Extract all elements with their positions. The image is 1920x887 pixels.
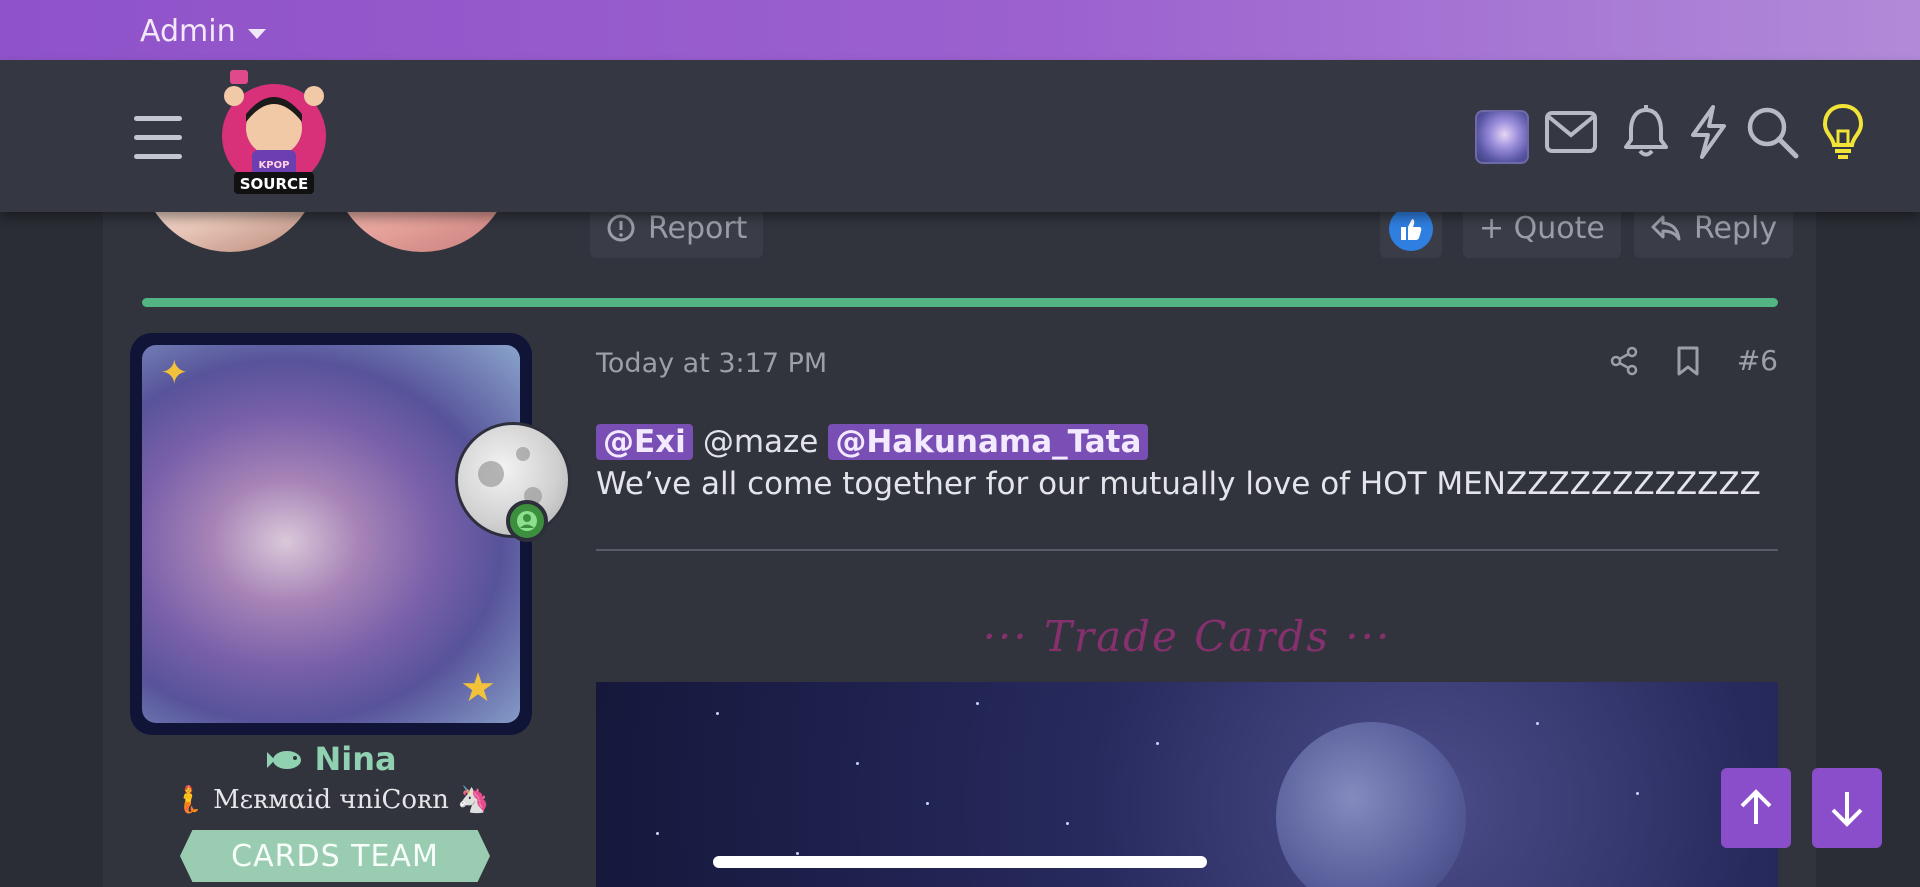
site-logo[interactable]: KPOP SOURCE bbox=[214, 66, 334, 198]
fish-icon bbox=[265, 740, 314, 778]
caret-down-icon bbox=[247, 28, 266, 39]
bookmark-icon[interactable] bbox=[1675, 345, 1701, 377]
report-icon bbox=[607, 214, 635, 242]
share-icon[interactable] bbox=[1609, 346, 1639, 376]
post-timestamp[interactable]: Today at 3:17 PM bbox=[596, 348, 827, 379]
mention-maze[interactable]: @maze bbox=[703, 424, 819, 460]
admin-menu[interactable]: Admin bbox=[140, 14, 266, 49]
post-divider bbox=[142, 298, 1778, 307]
quote-label: + Quote bbox=[1479, 210, 1605, 246]
reply-icon bbox=[1651, 215, 1681, 241]
mermaid-icon: 🧜 bbox=[172, 785, 205, 815]
scroll-bottom-button[interactable] bbox=[1812, 768, 1882, 848]
mention-hakunama-tata[interactable]: @Hakunama_Tata bbox=[828, 424, 1149, 460]
username[interactable]: Nina bbox=[130, 740, 532, 778]
arrow-up-icon bbox=[1740, 789, 1772, 824]
user-title: 🧜 Mɛʀмαid чniCoʀn 🦄 bbox=[172, 785, 490, 815]
star-decoration-icon: ★ bbox=[460, 665, 496, 711]
mention-exi[interactable]: @Exi bbox=[596, 424, 693, 460]
user-banner: CARDS TEAM bbox=[180, 830, 490, 882]
user-avatar-mini[interactable] bbox=[1475, 110, 1529, 164]
reply-label: Reply bbox=[1694, 210, 1778, 246]
mentions: @Exi @maze @Hakunama_Tata bbox=[596, 420, 1149, 464]
home-indicator[interactable] bbox=[713, 856, 1207, 868]
search-icon[interactable] bbox=[1744, 104, 1800, 160]
bell-icon[interactable] bbox=[1618, 104, 1674, 160]
online-status-icon bbox=[506, 500, 548, 542]
scroll-top-button[interactable] bbox=[1721, 768, 1791, 848]
admin-label: Admin bbox=[140, 14, 236, 49]
user-avatar[interactable]: ✦ ★ bbox=[130, 333, 532, 735]
bolt-icon[interactable] bbox=[1680, 104, 1736, 160]
admin-bar: Admin bbox=[0, 0, 1920, 60]
menu-icon[interactable] bbox=[134, 116, 182, 160]
post-actions: #6 bbox=[1609, 344, 1778, 377]
lightbulb-icon[interactable] bbox=[1815, 103, 1871, 160]
thumbs-up-icon bbox=[1389, 207, 1433, 251]
post-message: We’ve all come together for our mutually… bbox=[596, 466, 1761, 502]
trade-cards-title: ··· Trade Cards ··· bbox=[982, 612, 1392, 661]
arrow-down-icon bbox=[1831, 792, 1863, 827]
unicorn-icon: 🦄 bbox=[457, 785, 490, 815]
report-label: Report bbox=[648, 210, 748, 246]
post-number[interactable]: #6 bbox=[1737, 344, 1778, 377]
mail-icon[interactable] bbox=[1543, 104, 1599, 160]
site-header: KPOP SOURCE bbox=[0, 60, 1920, 212]
svg-text:KPOP: KPOP bbox=[259, 160, 290, 171]
post-separator bbox=[596, 549, 1778, 551]
svg-text:SOURCE: SOURCE bbox=[240, 175, 309, 193]
star-decoration-icon: ✦ bbox=[160, 353, 189, 393]
